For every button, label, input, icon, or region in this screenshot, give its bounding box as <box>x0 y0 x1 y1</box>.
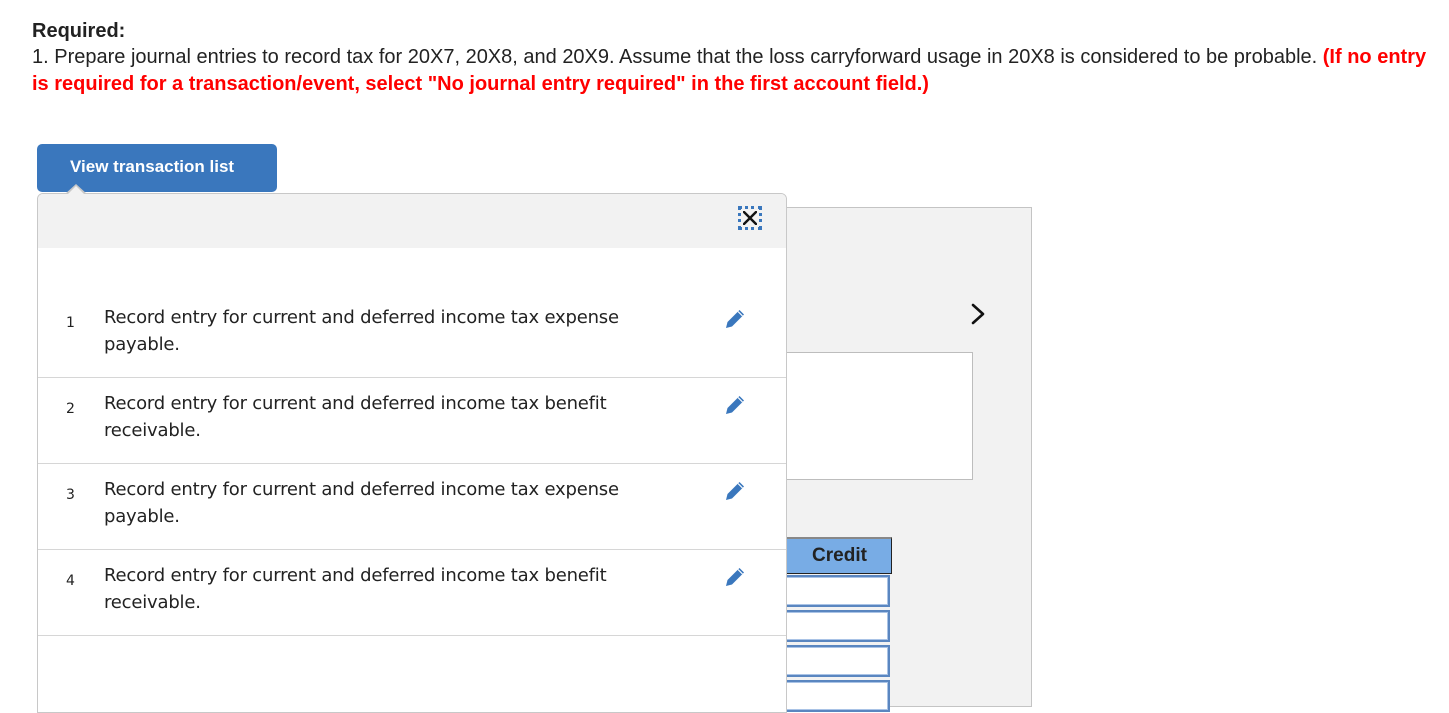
entry-description-box <box>780 352 973 480</box>
credit-input[interactable] <box>780 610 890 642</box>
transaction-number: 4 <box>66 573 75 589</box>
pencil-icon[interactable] <box>722 564 748 590</box>
credit-column-header: Credit <box>780 537 892 574</box>
credit-input[interactable] <box>780 645 890 677</box>
transaction-number: 3 <box>66 487 75 503</box>
close-icon <box>743 211 757 225</box>
popover-caret-inner <box>67 186 85 195</box>
chevron-right-icon[interactable] <box>966 300 990 328</box>
close-button[interactable] <box>738 206 762 230</box>
instructions: 1. Prepare journal entries to record tax… <box>32 44 1432 98</box>
transaction-number: 2 <box>66 401 75 417</box>
transaction-description: Record entry for current and deferred in… <box>104 393 607 441</box>
pencil-icon[interactable] <box>722 392 748 418</box>
credit-input[interactable] <box>780 575 890 607</box>
transaction-item[interactable]: 2 Record entry for current and deferred … <box>38 378 786 464</box>
transaction-item[interactable]: 4 Record entry for current and deferred … <box>38 550 786 636</box>
transaction-list-popover: 1 Record entry for current and deferred … <box>37 193 787 713</box>
transaction-list: 1 Record entry for current and deferred … <box>38 292 786 636</box>
pencil-icon[interactable] <box>722 306 748 332</box>
transaction-description: Record entry for current and deferred in… <box>104 565 607 613</box>
required-heading: Required: <box>32 20 126 42</box>
popover-header <box>38 194 786 248</box>
transaction-item[interactable]: 3 Record entry for current and deferred … <box>38 464 786 550</box>
transaction-description: Record entry for current and deferred in… <box>104 307 619 355</box>
transaction-description: Record entry for current and deferred in… <box>104 479 619 527</box>
transaction-item[interactable]: 1 Record entry for current and deferred … <box>38 292 786 378</box>
instruction-text: 1. Prepare journal entries to record tax… <box>32 46 1323 68</box>
credit-input[interactable] <box>780 680 890 712</box>
transaction-number: 1 <box>66 315 75 331</box>
pencil-icon[interactable] <box>722 478 748 504</box>
